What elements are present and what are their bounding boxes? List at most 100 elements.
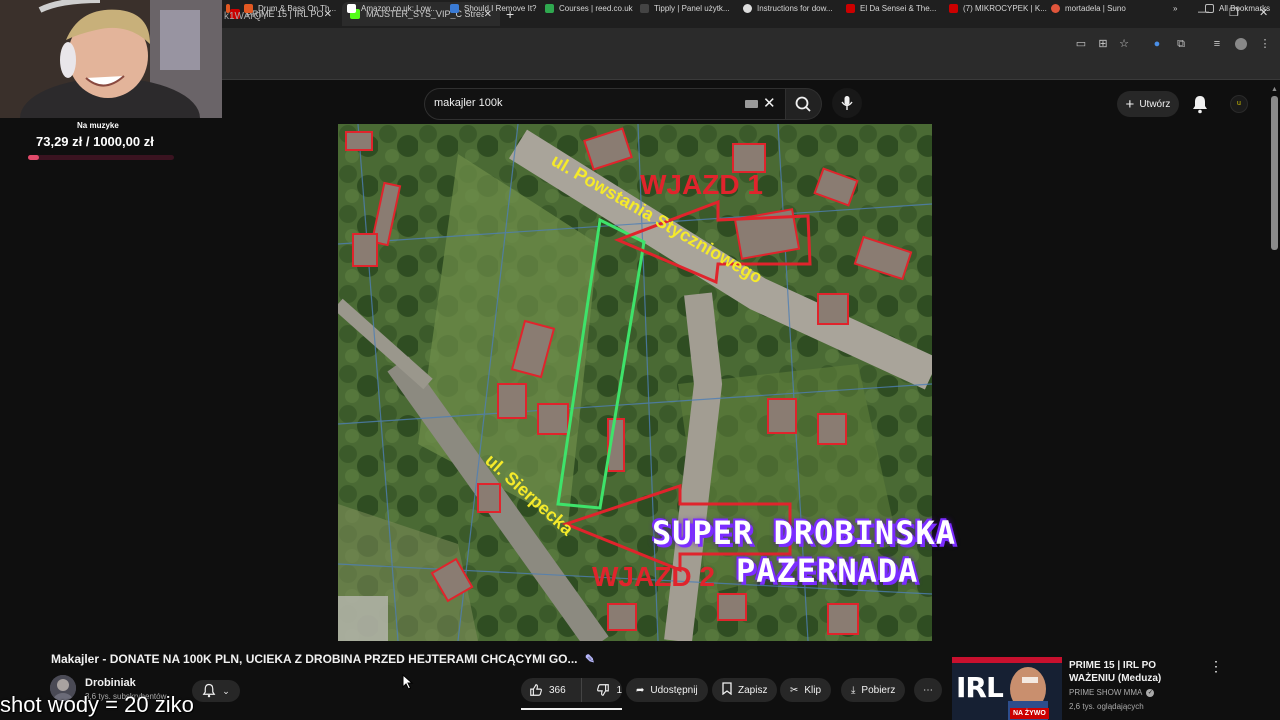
verified-check-icon: ✓ <box>1146 688 1155 697</box>
extensions-icon[interactable]: ⧉ <box>1175 38 1187 50</box>
bookmark-favicon-icon <box>846 4 855 13</box>
donation-goal-label: Na muzyke <box>77 121 119 130</box>
bookmark-label: mortadela | Suno <box>1065 4 1126 13</box>
bookmark-item[interactable]: Instructions for dow... <box>743 4 833 13</box>
video-title: Makajler - DONATE NA 100K PLN, UCIEKA Z … <box>51 652 595 666</box>
browser-menu-icon[interactable]: ⋮ <box>1259 38 1271 50</box>
bookmark-label: Should I Remove It? <box>464 4 537 13</box>
channel-name[interactable]: Drobiniak <box>85 677 136 689</box>
bookmark-label: Amazon.co.uk: Low... <box>361 4 438 13</box>
share-label: Udostępnij <box>650 684 698 696</box>
bell-icon <box>1193 96 1207 114</box>
bookmarks-overflow-icon[interactable]: » <box>1173 4 1177 13</box>
screen: PRIME 15 | IRL PO WAŻENIU (M ✕ MAJSTER_S… <box>0 0 1280 720</box>
pencil-emoji-icon: ✎ <box>584 652 595 666</box>
bookmark-label: Courses | reed.co.uk <box>559 4 633 13</box>
search-button[interactable] <box>786 88 822 120</box>
save-button[interactable]: Zapisz <box>712 678 778 702</box>
cast-icon[interactable]: ▭ <box>1075 38 1087 50</box>
like-dislike-group: 366 1 <box>521 678 622 702</box>
live-badge: NA ŻYWO <box>1010 708 1049 719</box>
search-icon <box>795 96 811 112</box>
meme-text-line2: PAZERNADA <box>736 552 919 590</box>
bookmark-favicon-icon <box>743 4 752 13</box>
page-scrollbar[interactable] <box>1271 96 1278 250</box>
translate-icon[interactable]: ⊞ <box>1097 38 1109 50</box>
more-horizontal-icon: ⋯ <box>923 684 933 696</box>
recommended-more-menu-icon[interactable]: ⋮ <box>1209 658 1223 675</box>
entrance-label-2: WJAZD 2 <box>592 561 715 592</box>
bookmark-label: Drum & Bass On Th... <box>258 4 337 13</box>
share-button[interactable]: ➦ Udostępnij <box>626 678 708 702</box>
donation-progress-bar <box>28 155 174 160</box>
notifications-button[interactable] <box>1191 94 1209 119</box>
account-avatar[interactable]: u <box>1230 95 1248 113</box>
bookmark-star-icon[interactable]: ☆ <box>1118 38 1130 50</box>
entrance-label-1: WJAZD 1 <box>640 169 763 200</box>
like-button[interactable]: 366 <box>521 678 583 702</box>
profile-icon[interactable] <box>1235 38 1247 50</box>
subscription-bell-button[interactable]: ⌄ <box>192 680 240 702</box>
more-actions-button[interactable]: ⋯ <box>914 678 942 702</box>
download-label: Pobierz <box>861 684 896 696</box>
bookmark-folder-icon[interactable] <box>226 4 235 13</box>
scroll-up-arrow-icon[interactable]: ▲ <box>1271 86 1278 93</box>
bookmark-label: El Da Sensei & The... <box>860 4 937 13</box>
bookmark-item[interactable]: mortadela | Suno <box>1051 4 1126 13</box>
chevron-down-icon: ⌄ <box>222 685 230 696</box>
bookmark-item[interactable]: (7) MIKROCYPEK | K... <box>949 4 1047 13</box>
bookmark-item[interactable]: Amazon.co.uk: Low... <box>347 4 437 13</box>
bookmark-favicon-icon <box>1051 4 1060 13</box>
video-title-text: Makajler - DONATE NA 100K PLN, UCIEKA Z … <box>51 652 578 666</box>
download-button[interactable]: ⤓ Pobierz <box>841 678 906 702</box>
recommended-video-title[interactable]: PRIME 15 | IRL PO WAŻENIU (Meduza) <box>1069 659 1199 685</box>
recommended-channel[interactable]: PRIME SHOW MMA ✓ <box>1069 688 1155 697</box>
create-label: Utwórz <box>1139 98 1171 110</box>
stream-caption-text: shot wody = 20 ziko <box>0 692 194 717</box>
bookmark-favicon-icon <box>347 4 356 13</box>
thumbnail-text: IRL <box>956 671 1004 704</box>
bookmark-favicon-icon <box>244 4 253 13</box>
like-ratio-bar <box>521 708 622 710</box>
mouse-cursor-icon <box>402 674 414 690</box>
save-label: Zapisz <box>738 684 768 696</box>
download-icon: ⤓ <box>851 684 856 696</box>
clip-button[interactable]: ✂ Klip <box>780 678 832 702</box>
bookmark-favicon-icon <box>450 4 459 13</box>
keyboard-icon[interactable] <box>745 100 758 108</box>
dislike-button[interactable]: 1 <box>588 678 622 702</box>
bookmark-label: Tipply | Panel użytk... <box>654 4 730 13</box>
bookmark-favicon-icon <box>545 4 554 13</box>
donation-goal-amount: 73,29 zł / 1000,00 zł <box>36 134 154 149</box>
scissors-icon: ✂ <box>790 684 799 696</box>
dislike-count: 1 <box>616 684 622 696</box>
like-count: 366 <box>549 684 566 696</box>
streamer-webcam-image <box>0 0 222 118</box>
bookmark-item[interactable]: Should I Remove It? <box>450 4 536 13</box>
thumbs-up-icon <box>530 684 542 696</box>
bell-icon <box>202 683 216 700</box>
extension-shield-icon[interactable]: ● <box>1151 38 1163 50</box>
search-input[interactable]: makajler 100k <box>434 97 502 109</box>
bookmark-label: (7) MIKROCYPEK | K... <box>963 4 1047 13</box>
bookmark-item[interactable]: Drum & Bass On Th... <box>244 4 336 13</box>
bookmark-label: Instructions for dow... <box>757 4 833 13</box>
media-control-icon[interactable]: ≡ <box>1211 38 1223 50</box>
thumbs-down-icon <box>597 684 610 696</box>
microphone-icon <box>841 96 853 110</box>
bookmark-item[interactable]: El Da Sensei & The... <box>846 4 936 13</box>
bookmark-item[interactable]: Courses | reed.co.uk <box>545 4 633 13</box>
recommended-viewers: 2,6 tys. oglądających <box>1069 702 1144 711</box>
recommended-channel-name: PRIME SHOW MMA <box>1069 688 1143 697</box>
bookmark-favicon-icon <box>640 4 649 13</box>
plus-icon: + <box>1125 95 1135 113</box>
clear-search-icon[interactable]: ✕ <box>763 94 776 112</box>
create-button[interactable]: + Utwórz <box>1117 91 1179 117</box>
donation-progress-fill <box>28 155 39 160</box>
clip-label: Klip <box>804 684 822 696</box>
all-bookmarks-button[interactable]: All Bookmarks <box>1205 4 1270 13</box>
voice-search-button[interactable] <box>832 88 862 118</box>
bookmark-item[interactable]: Tipply | Panel użytk... <box>640 4 730 13</box>
webcam-overlay <box>0 0 222 118</box>
meme-text-line1: SUPER DROBINSKA <box>652 514 956 552</box>
